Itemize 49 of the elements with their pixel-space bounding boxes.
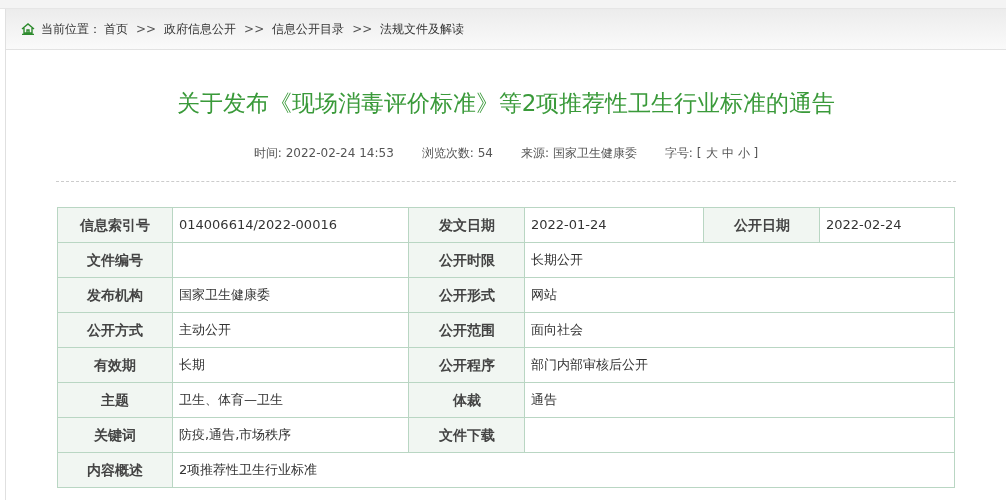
breadcrumb-link[interactable]: 法规文件及解读 [380,20,465,38]
field-label: 公开方式 [57,312,173,348]
breadcrumb-label: 当前位置： [41,21,101,38]
breadcrumb-link[interactable]: 首页 [104,20,128,38]
breadcrumb-link[interactable]: 政府信息公开 [164,20,237,38]
field-label: 发布机构 [57,277,173,313]
field-value: 2项推荐性卫生行业标准 [172,452,955,488]
field-value: 防疫,通告,市场秩序 [172,417,409,453]
field-label: 公开时限 [408,242,525,278]
field-label: 文件下载 [408,417,525,453]
field-value: 主动公开 [172,312,409,348]
field-label: 体裁 [408,382,525,418]
breadcrumb-separator: >> [352,21,373,38]
field-label: 主题 [57,382,173,418]
bracket: ] [753,145,759,162]
field-label: 发文日期 [408,207,525,243]
meta-info: 浏览次数: 54 [421,145,493,162]
field-value: 通告 [524,382,955,418]
article-title: 关于发布《现场消毒评价标准》等2项推荐性卫生行业标准的通告 [176,89,836,118]
font-size-link[interactable]: 大 [705,144,718,162]
field-label: 关键词 [57,417,173,453]
breadcrumb-separator: >> [244,21,265,38]
field-value: 014006614/2022-00016 [172,207,409,243]
field-value: 2022-02-24 [819,207,955,243]
font-size-label: 字号: [664,145,693,162]
breadcrumb-separator: >> [136,21,157,38]
field-label: 内容概述 [57,452,173,488]
field-value: 部门内部审核后公开 [524,347,955,383]
field-label: 公开形式 [408,277,525,313]
field-label: 公开日期 [703,207,820,243]
field-label: 有效期 [57,347,173,383]
bracket: [ [696,145,702,162]
field-value: 长期 [172,347,409,383]
home-icon [21,23,35,35]
font-size-link[interactable]: 小 [737,144,750,162]
meta-info: 来源: 国家卫生健康委 [520,145,637,162]
field-value: 长期公开 [524,242,955,278]
field-label: 文件编号 [57,242,173,278]
breadcrumb-link[interactable]: 信息公开目录 [272,20,345,38]
font-size-link[interactable]: 中 [721,144,734,162]
field-value: 2022-01-24 [524,207,704,243]
field-label: 信息索引号 [57,207,173,243]
field-value: 国家卫生健康委 [172,277,409,313]
meta-info: 时间: 2022-02-24 14:53 [253,145,394,162]
field-value: 卫生、体育—卫生 [172,382,409,418]
field-label: 公开程序 [408,347,525,383]
field-value: 面向社会 [524,312,955,348]
field-label: 公开范围 [408,312,525,348]
field-value: 网站 [524,277,955,313]
